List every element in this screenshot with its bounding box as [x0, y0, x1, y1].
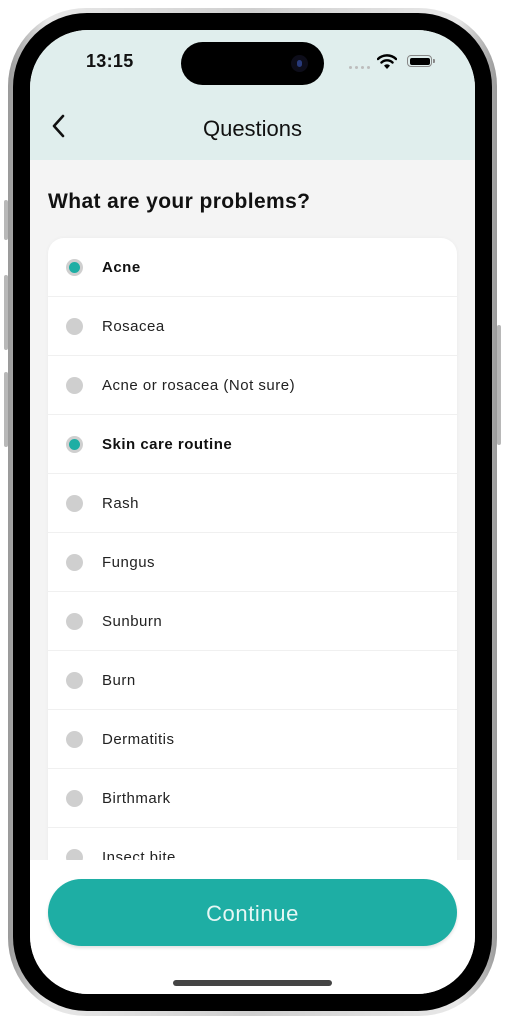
radio-unselected-icon[interactable]: [66, 317, 83, 335]
option-label: Burn: [102, 671, 136, 689]
options-list: Acne Rosacea Acne or rosacea (Not sure) Ski…: [48, 238, 457, 878]
option-item[interactable]: Rash: [48, 474, 457, 533]
option-label: Fungus: [102, 553, 156, 571]
power-button: [497, 325, 501, 445]
continue-button[interactable]: Continue: [48, 879, 457, 946]
option-label: Dermatitis: [102, 730, 175, 748]
volume-down-button: [4, 372, 8, 447]
option-item[interactable]: Dermatitis: [48, 710, 457, 769]
radio-unselected-icon[interactable]: [66, 376, 83, 394]
volume-up-button: [4, 275, 8, 350]
option-label: Acne: [102, 258, 141, 276]
radio-selected-icon[interactable]: [66, 258, 83, 276]
option-label: Birthmark: [102, 789, 171, 807]
wifi-icon: [377, 54, 397, 69]
question-heading: What are your problems?: [48, 190, 311, 213]
option-item[interactable]: Acne: [48, 238, 457, 297]
footer: Continue: [30, 860, 475, 994]
radio-selected-icon[interactable]: [66, 435, 83, 453]
page-title: Questions: [202, 116, 303, 141]
radio-unselected-icon[interactable]: [66, 730, 83, 748]
radio-unselected-icon[interactable]: [66, 789, 83, 807]
status-time: 13:15: [86, 51, 134, 71]
option-item[interactable]: Burn: [48, 651, 457, 710]
option-item[interactable]: Rosacea: [48, 297, 457, 356]
option-label: Acne or rosacea (Not sure): [102, 376, 296, 394]
app-screen: 13:15 Questions What are your problems? …: [30, 30, 475, 994]
home-indicator: [173, 980, 332, 986]
mute-switch: [4, 200, 8, 240]
option-item[interactable]: Birthmark: [48, 769, 457, 828]
option-label: Sunburn: [102, 612, 163, 630]
option-item[interactable]: Skin care routine: [48, 415, 457, 474]
battery-icon: [407, 55, 435, 67]
option-label: Skin care routine: [102, 435, 233, 453]
option-label: Rash: [102, 494, 140, 512]
dynamic-island: [181, 42, 324, 85]
radio-unselected-icon[interactable]: [66, 553, 83, 571]
radio-unselected-icon[interactable]: [66, 671, 83, 689]
option-label: Rosacea: [102, 317, 165, 335]
option-item[interactable]: Sunburn: [48, 592, 457, 651]
option-item[interactable]: Fungus: [48, 533, 457, 592]
radio-unselected-icon[interactable]: [66, 494, 83, 512]
header: 13:15 Questions: [30, 30, 475, 160]
option-item[interactable]: Acne or rosacea (Not sure): [48, 356, 457, 415]
radio-unselected-icon[interactable]: [66, 612, 83, 630]
camera-icon: [291, 55, 308, 72]
cellular-signal-icon: [349, 66, 370, 69]
